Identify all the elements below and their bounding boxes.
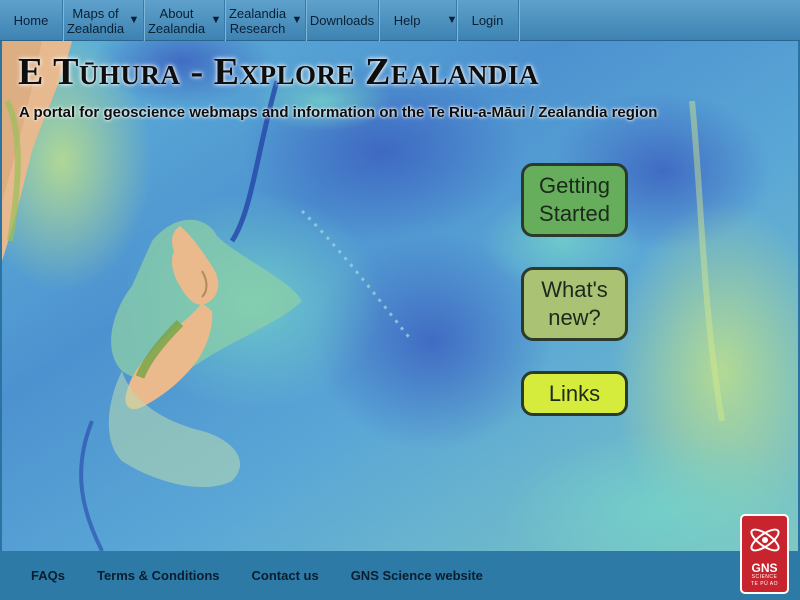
whats-new-button[interactable]: What's new? <box>521 267 628 341</box>
gns-atom-icon <box>749 528 780 552</box>
nav-zealandia-research[interactable]: Zealandia Research ▼ <box>225 0 306 41</box>
nav-help[interactable]: Help ▼ <box>379 0 457 41</box>
page-subtitle: A portal for geoscience webmaps and info… <box>19 104 658 121</box>
nav-home-label: Home <box>13 13 49 28</box>
nav-home[interactable]: Home <box>0 0 63 41</box>
nav-about-label: About Zealandia <box>147 5 206 36</box>
chevron-down-icon: ▼ <box>446 14 458 26</box>
whats-new-label: What's new? <box>541 277 608 330</box>
nav-help-label: Help <box>393 13 421 28</box>
chevron-down-icon: ▼ <box>128 14 140 26</box>
links-button[interactable]: Links <box>521 371 628 416</box>
footer: FAQs Terms & Conditions Contact us GNS S… <box>0 551 800 600</box>
nav-research-label: Zealandia Research <box>228 5 287 36</box>
chevron-down-icon: ▼ <box>210 14 222 26</box>
footer-contact-link[interactable]: Contact us <box>252 568 319 583</box>
logo-motto: TE PŪ AO <box>750 581 779 587</box>
nav-login[interactable]: Login <box>457 0 519 41</box>
logo-word: GNS <box>751 561 778 575</box>
gns-science-logo[interactable]: GNS SCIENCE TE PŪ AO <box>740 514 789 594</box>
links-label: Links <box>548 380 601 406</box>
nav-maps-of-zealandia[interactable]: Maps of Zealandia ▼ <box>63 0 144 41</box>
bathymetry-map-background: E Tūhura - Explore Zealandia A portal fo… <box>0 41 800 551</box>
logo-sub: SCIENCE <box>751 574 778 580</box>
nav-about-zealandia[interactable]: About Zealandia ▼ <box>144 0 225 41</box>
footer-gns-website-link[interactable]: GNS Science website <box>351 568 483 583</box>
nav-maps-label: Maps of Zealandia <box>66 5 125 36</box>
nav-downloads[interactable]: Downloads <box>306 0 379 41</box>
main-nav: Home Maps of Zealandia ▼ About Zealandia… <box>0 0 800 41</box>
getting-started-label: Getting Started <box>539 173 610 226</box>
nav-downloads-label: Downloads <box>309 13 375 28</box>
nav-login-label: Login <box>471 13 504 28</box>
page-title: E Tūhura - Explore Zealandia <box>18 51 539 93</box>
chevron-down-icon: ▼ <box>291 14 303 26</box>
footer-terms-link[interactable]: Terms & Conditions <box>97 568 220 583</box>
getting-started-button[interactable]: Getting Started <box>521 163 628 237</box>
footer-faqs-link[interactable]: FAQs <box>31 568 65 583</box>
